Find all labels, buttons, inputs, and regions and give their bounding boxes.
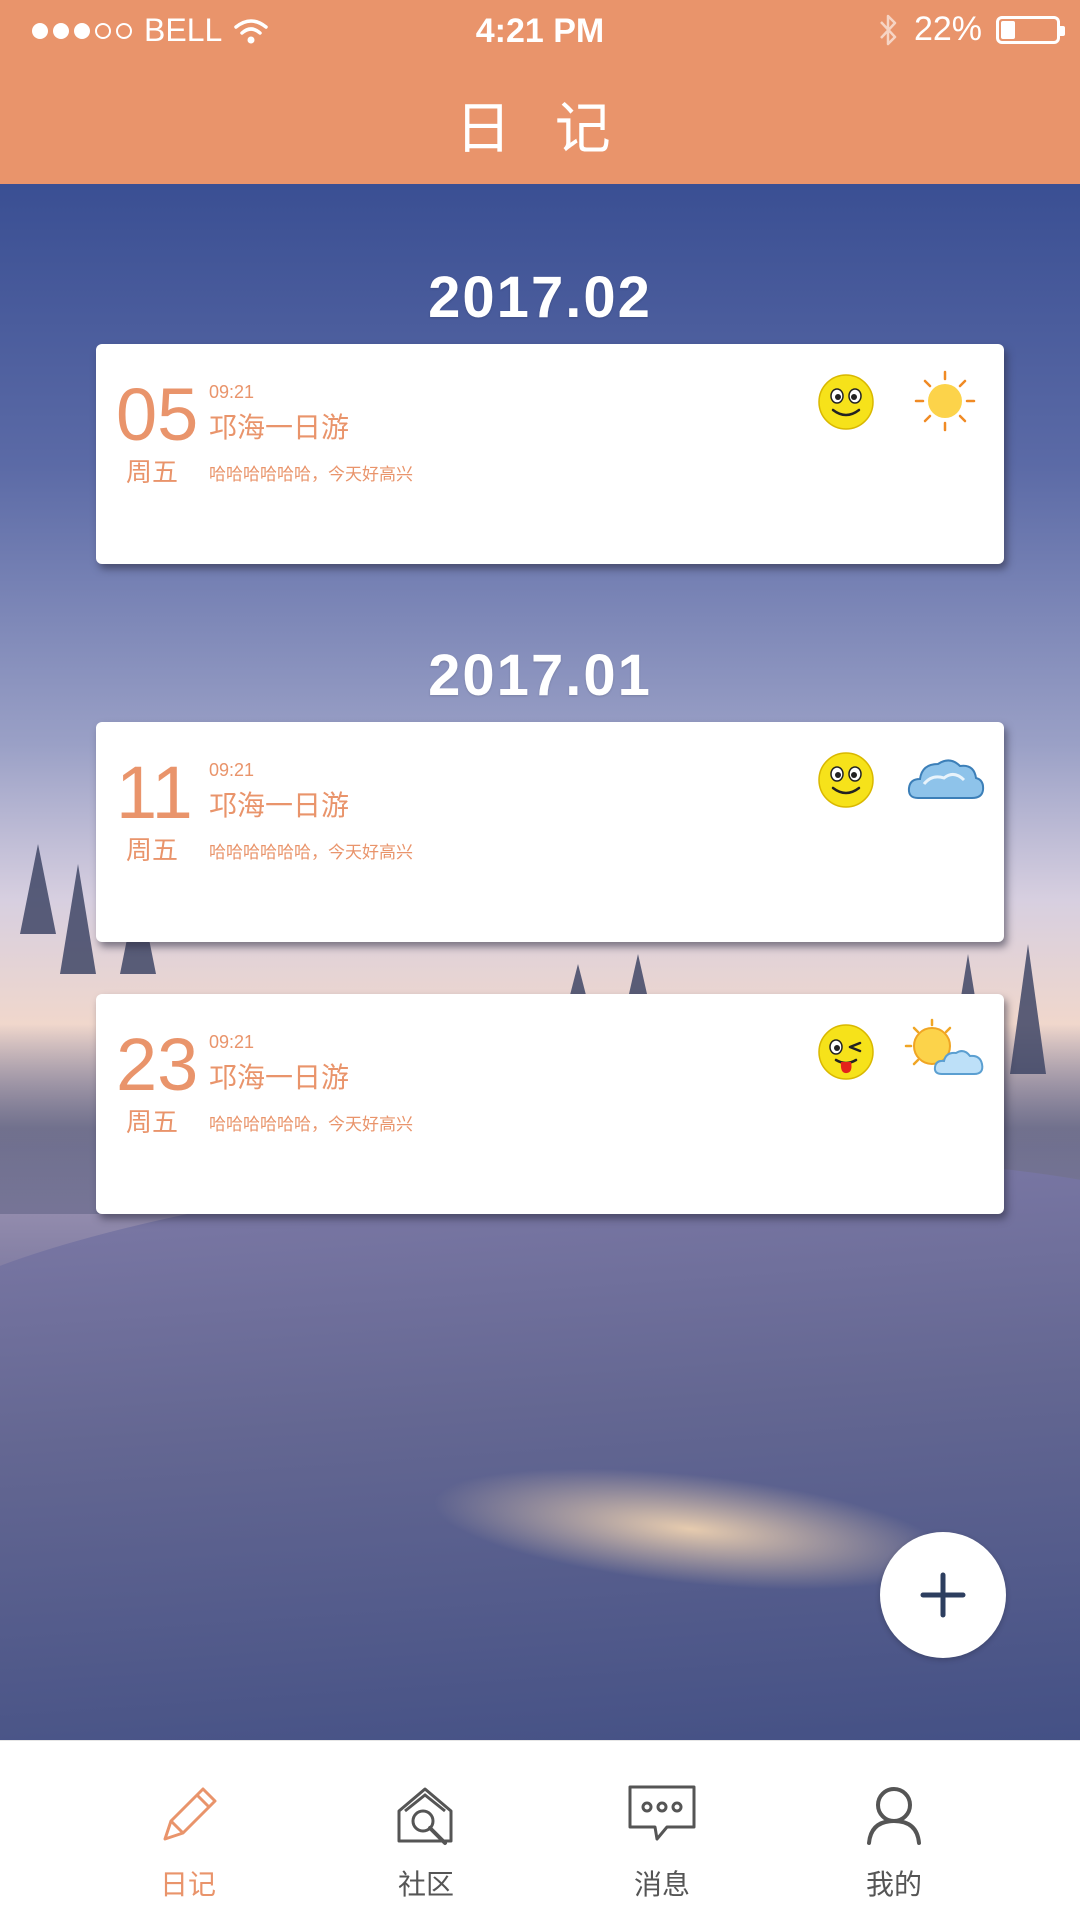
- entry-excerpt: 哈哈哈哈哈哈，今天好高兴: [209, 843, 413, 862]
- tab-messages[interactable]: 消息: [592, 1741, 732, 1920]
- add-entry-button[interactable]: [880, 1532, 1006, 1658]
- partly-cloudy-icon: [904, 1018, 984, 1075]
- smile-face-icon: [818, 752, 874, 808]
- tab-label: 社区: [397, 1869, 454, 1900]
- diary-card[interactable]: 05 周五 09:21 邛海一日游 哈哈哈哈哈哈，今天好高兴: [96, 344, 1004, 564]
- pencil-icon: [163, 1787, 217, 1841]
- user-icon: [867, 1787, 921, 1845]
- bluetooth-icon: [880, 14, 897, 45]
- battery-percent: 22%: [913, 10, 982, 48]
- sunny-icon: [914, 370, 976, 432]
- battery-icon: [996, 15, 1065, 44]
- wink-tongue-face-icon: [818, 1024, 874, 1080]
- month-label: 2017.02: [428, 265, 652, 330]
- entry-time: 09:21: [209, 382, 255, 402]
- entry-excerpt: 哈哈哈哈哈哈，今天好高兴: [209, 1115, 413, 1134]
- tab-community[interactable]: 社区: [356, 1741, 496, 1920]
- entry-excerpt: 哈哈哈哈哈哈，今天好高兴: [209, 465, 413, 484]
- entry-title: 邛海一日游: [209, 1062, 350, 1093]
- tab-diary[interactable]: 日记: [118, 1741, 258, 1920]
- community-search-icon: [397, 1787, 453, 1845]
- tab-profile[interactable]: 我的: [824, 1741, 964, 1920]
- entry-weekday: 周五: [126, 457, 179, 487]
- entry-title: 邛海一日游: [209, 412, 350, 443]
- entry-weekday: 周五: [126, 835, 179, 865]
- entry-day: 23: [116, 1023, 199, 1106]
- top-bar: BELL 4:21 PM 22% 日 记: [0, 0, 1080, 184]
- tab-label: 日记: [159, 1869, 216, 1900]
- entry-day: 11: [116, 751, 193, 834]
- bottom-tab-bar: 日记 社区 消息 我的: [0, 1740, 1080, 1920]
- tab-label: 我的: [865, 1869, 922, 1900]
- tree: [20, 844, 56, 934]
- entry-time: 09:21: [209, 1032, 255, 1052]
- diary-card[interactable]: 23 周五 09:21 邛海一日游 哈哈哈哈哈哈，今天好高兴: [96, 994, 1004, 1214]
- entry-title: 邛海一日游: [209, 790, 350, 821]
- diary-card[interactable]: 11 周五 09:21 邛海一日游 哈哈哈哈哈哈，今天好高兴: [96, 722, 1004, 942]
- month-label: 2017.01: [428, 643, 652, 708]
- tree: [60, 864, 96, 974]
- status-bar: BELL 4:21 PM 22%: [0, 0, 1080, 64]
- message-bubble-icon: [628, 1785, 696, 1841]
- entry-weekday: 周五: [126, 1107, 179, 1137]
- page-title: 日 记: [455, 97, 625, 160]
- cloudy-icon: [907, 759, 985, 799]
- tab-label: 消息: [633, 1869, 690, 1900]
- plus-icon: [920, 1572, 966, 1618]
- entry-time: 09:21: [209, 760, 255, 780]
- entry-day: 05: [116, 373, 199, 456]
- tree: [1010, 944, 1046, 1074]
- smile-face-icon: [818, 374, 874, 430]
